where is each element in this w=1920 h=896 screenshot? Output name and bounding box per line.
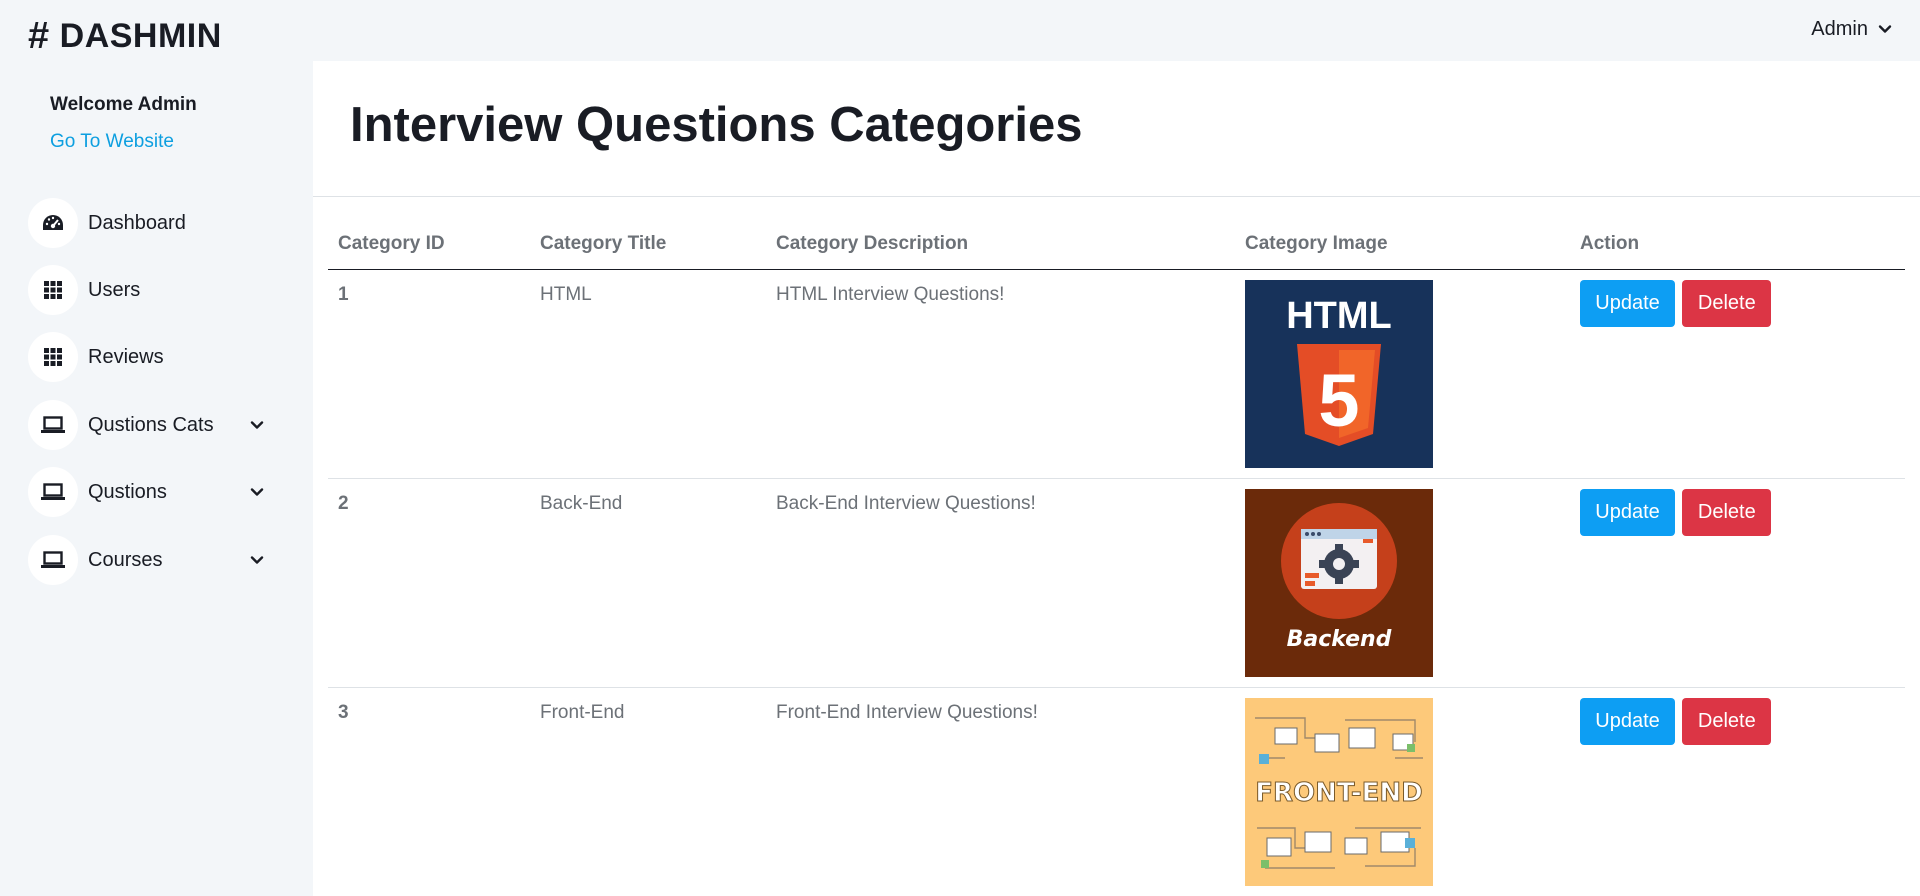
brand-name: DASHMIN [59,16,222,55]
admin-user-dropdown[interactable]: Admin [1811,14,1892,44]
update-button[interactable]: Update [1580,280,1675,327]
laptop-icon [28,535,78,585]
sidebar-item-users[interactable]: Users [28,265,268,315]
column-header-title: Category Title [530,217,766,270]
divider [313,196,1920,197]
table-header-row: Category ID Category Title Category Desc… [328,217,1905,270]
chevron-down-icon [246,481,268,503]
update-button[interactable]: Update [1580,489,1675,536]
sidebar-item-label: Qustions [88,480,167,503]
go-to-website-link[interactable]: Go To Website [50,131,174,153]
category-id: 3 [328,687,530,896]
chevron-down-icon [1878,25,1892,33]
sidebar-item-dashboard[interactable]: Dashboard [28,198,268,248]
sidebar-item-label: Users [88,278,141,301]
category-id: 1 [328,269,530,479]
category-title: Back-End [530,478,766,688]
sidebar-item-label: Dashboard [88,211,186,234]
sidebar-item-questions-cats[interactable]: Qustions Cats [28,400,268,450]
chevron-down-icon [246,414,268,436]
sidebar-item-questions[interactable]: Qustions [28,467,268,517]
main-content: Interview Questions Categories Category … [313,61,1920,896]
column-header-description: Category Description [766,217,1235,270]
update-button[interactable]: Update [1580,698,1675,745]
delete-button[interactable]: Delete [1682,489,1772,536]
html5-badge: 5 [1318,359,1359,442]
chevron-down-icon [246,549,268,571]
laptop-icon [28,400,78,450]
brand-hash-icon: # [28,14,50,57]
category-description: HTML Interview Questions! [766,269,1235,479]
delete-button[interactable]: Delete [1682,698,1772,745]
category-title: HTML [530,269,766,479]
categories-table: Category ID Category Title Category Desc… [328,217,1905,896]
table-row: 2 Back-End Back-End Interview Questions! [328,478,1905,688]
sidebar-item-label: Reviews [88,345,164,368]
column-header-image: Category Image [1235,217,1570,270]
sidebar-item-courses[interactable]: Courses [28,535,268,585]
frontend-image-text: FRONT-END [1255,778,1422,808]
brand-logo[interactable]: # DASHMIN [28,14,222,58]
table-row: 3 Front-End Front-End Interview Question… [328,687,1905,896]
sidebar: Welcome Admin Go To Website Dashboard Us… [0,61,313,896]
grid-icon [28,265,78,315]
delete-button[interactable]: Delete [1682,280,1772,327]
html-image-text: HTML [1286,295,1392,337]
category-description: Back-End Interview Questions! [766,478,1235,688]
backend-category-image: Backend [1245,489,1433,677]
category-description: Front-End Interview Questions! [766,687,1235,896]
grid-icon [28,332,78,382]
sidebar-item-label: Qustions Cats [88,413,214,436]
table-row: 1 HTML HTML Interview Questions! HTML 5 … [328,269,1905,479]
laptop-icon [28,467,78,517]
sidebar-item-reviews[interactable]: Reviews [28,332,268,382]
category-id: 2 [328,478,530,688]
column-header-id: Category ID [328,217,530,270]
frontend-category-image: FRONT-END [1245,698,1433,886]
top-navbar: Admin [313,0,1920,61]
html5-category-image: HTML 5 [1245,280,1433,468]
backend-image-text: Backend [1287,627,1392,652]
category-title: Front-End [530,687,766,896]
welcome-text: Welcome Admin [50,94,197,115]
speedometer-icon [28,198,78,248]
admin-label: Admin [1811,17,1868,40]
sidebar-item-label: Courses [88,548,163,571]
column-header-action: Action [1570,217,1905,270]
page-title: Interview Questions Categories [350,98,1083,152]
